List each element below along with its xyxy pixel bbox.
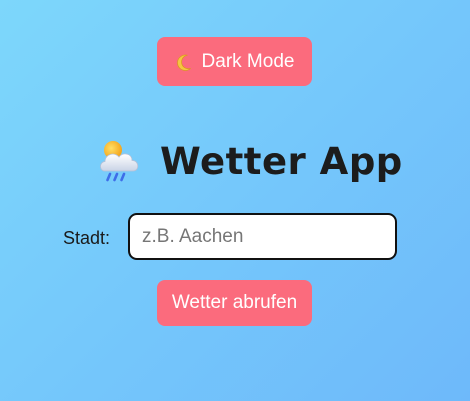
page-title: Wetter App (160, 139, 403, 183)
sun-behind-rain-cloud-icon (96, 137, 144, 185)
crescent-moon-icon (175, 53, 193, 71)
fetch-weather-label: Wetter abrufen (171, 292, 298, 313)
city-input[interactable] (128, 213, 397, 260)
fetch-weather-button[interactable]: Wetter abrufen (157, 280, 312, 326)
city-label: Stadt: (63, 228, 111, 248)
page-header: Wetter App (96, 134, 403, 188)
dark-mode-button[interactable]: Dark Mode (157, 37, 312, 86)
dark-mode-label: Dark Mode (201, 50, 295, 72)
